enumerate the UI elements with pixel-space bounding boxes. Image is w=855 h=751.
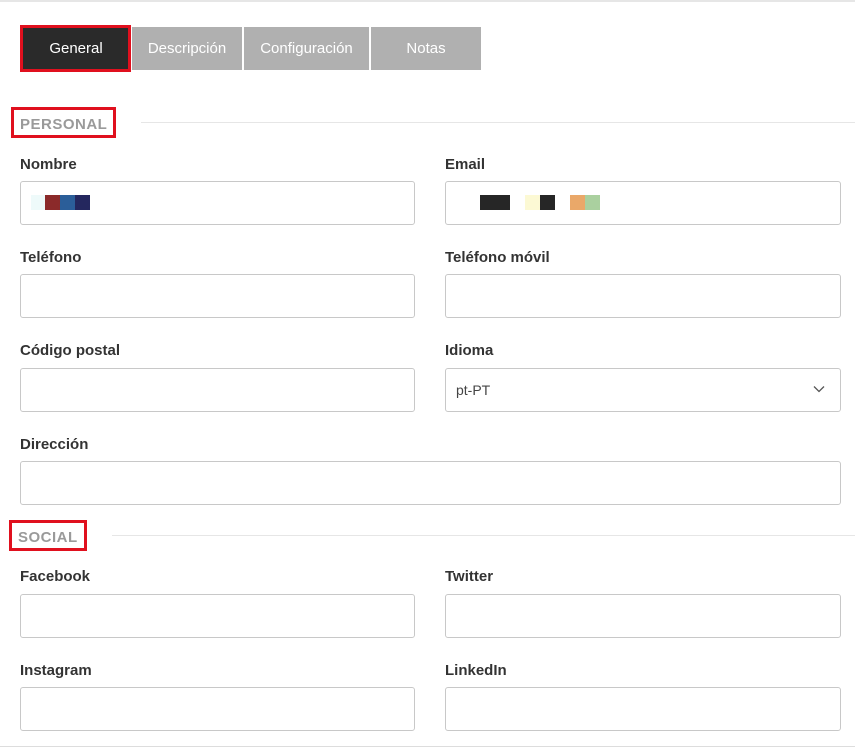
linkedin-label: LinkedIn — [445, 662, 507, 679]
direccion-label: Dirección — [20, 436, 89, 453]
section-divider — [111, 535, 855, 536]
instagram-field[interactable] — [20, 687, 415, 731]
redacted-value — [31, 195, 90, 210]
chevron-down-icon — [813, 386, 825, 393]
idioma-selected-value: pt-PT — [456, 382, 491, 398]
section-title-personal: PERSONAL — [11, 107, 117, 138]
idioma-select[interactable]: pt-PT — [445, 368, 841, 412]
idioma-label: Idioma — [445, 342, 494, 359]
telefono-movil-label: Teléfono móvil — [445, 249, 550, 266]
redacted-value — [480, 195, 600, 210]
email-field[interactable] — [445, 181, 841, 225]
nombre-field[interactable] — [20, 181, 415, 225]
twitter-field[interactable] — [445, 594, 841, 638]
nombre-label: Nombre — [20, 156, 77, 173]
section-title-social: SOCIAL — [9, 520, 87, 551]
telefono-movil-field[interactable] — [445, 274, 841, 318]
tab-descripcion[interactable]: Descripción — [132, 27, 242, 70]
tab-bar: General Descripción Configuración Notas — [22, 27, 483, 70]
facebook-field[interactable] — [20, 594, 415, 638]
linkedin-field[interactable] — [445, 687, 841, 731]
tab-configuracion[interactable]: Configuración — [244, 27, 369, 70]
section-social: SOCIAL — [9, 520, 855, 551]
twitter-label: Twitter — [445, 568, 494, 585]
facebook-label: Facebook — [20, 568, 91, 585]
telefono-field[interactable] — [20, 274, 415, 318]
top-divider — [0, 0, 855, 2]
telefono-label: Teléfono — [20, 249, 82, 266]
tab-general[interactable]: General — [22, 27, 130, 70]
tab-notas[interactable]: Notas — [371, 27, 481, 70]
direccion-field[interactable] — [20, 461, 841, 505]
section-personal: PERSONAL — [11, 107, 855, 138]
codigo-postal-label: Código postal — [20, 342, 120, 359]
section-divider — [141, 122, 855, 123]
codigo-postal-field[interactable] — [20, 368, 415, 412]
email-label: Email — [445, 156, 486, 173]
bottom-divider — [0, 746, 855, 747]
instagram-label: Instagram — [20, 662, 92, 679]
